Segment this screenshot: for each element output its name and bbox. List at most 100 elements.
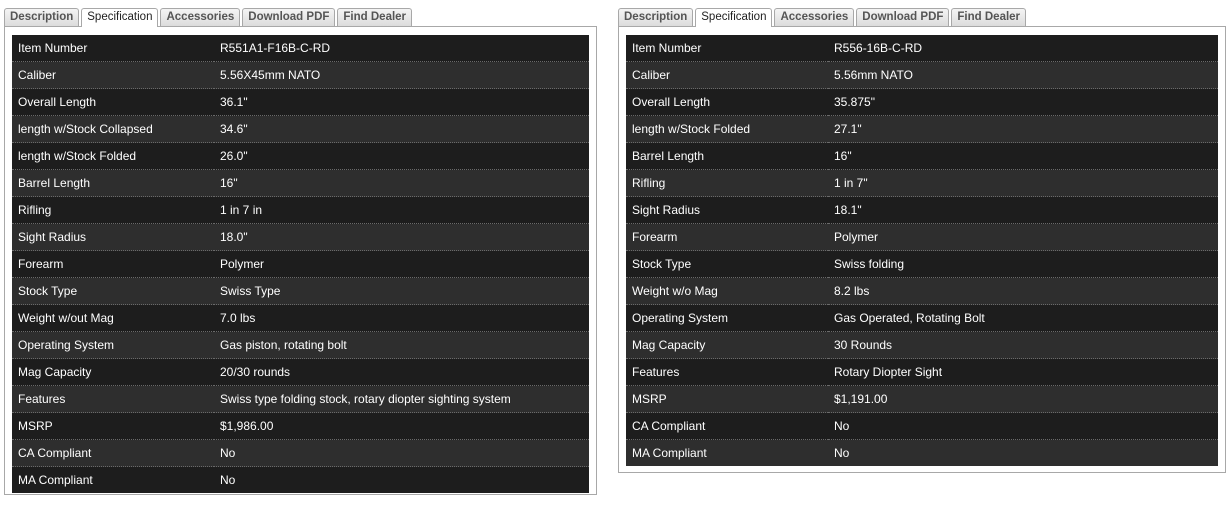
spec-value: No	[828, 439, 1218, 466]
spec-row: Stock Type Swiss folding	[626, 250, 1218, 278]
spec-label: MSRP	[626, 385, 828, 413]
tab-find-dealer[interactable]: Find Dealer	[337, 8, 413, 26]
right-tab-bar: Description Specification Accessories Do…	[618, 7, 1226, 27]
spec-label: Features	[12, 385, 214, 413]
tab-description[interactable]: Description	[4, 8, 80, 26]
tab-description[interactable]: Description	[618, 8, 694, 26]
spec-row: MSRP $1,986.00	[12, 412, 589, 440]
spec-label: Caliber	[626, 61, 828, 89]
spec-value: 36.1"	[214, 88, 589, 116]
spec-value: 20/30 rounds	[214, 358, 589, 386]
spec-row: length w/Stock Folded 27.1"	[626, 115, 1218, 143]
tab-specification[interactable]: Specification	[695, 8, 773, 27]
spec-value: $1,986.00	[214, 412, 589, 440]
spec-label: Overall Length	[12, 88, 214, 116]
left-product-panel: Description Specification Accessories Do…	[4, 7, 597, 495]
spec-row: Barrel Length 16"	[12, 169, 589, 197]
spec-row: Operating System Gas piston, rotating bol…	[12, 331, 589, 359]
spec-label: Features	[626, 358, 828, 386]
spec-value: No	[214, 466, 589, 493]
spec-label: MA Compliant	[626, 439, 828, 466]
spec-label: Item Number	[626, 35, 828, 62]
spec-row: Weight w/o Mag 8.2 lbs	[626, 277, 1218, 305]
spec-row: Overall Length 36.1"	[12, 88, 589, 116]
left-tab-bar: Description Specification Accessories Do…	[4, 7, 597, 27]
tab-find-dealer[interactable]: Find Dealer	[951, 8, 1027, 26]
spec-row: Weight w/out Mag 7.0 lbs	[12, 304, 589, 332]
spec-row: Features Rotary Diopter Sight	[626, 358, 1218, 386]
spec-label: Mag Capacity	[626, 331, 828, 359]
spec-row: MA Compliant No	[626, 439, 1218, 466]
spec-value: Polymer	[214, 250, 589, 278]
spec-row: Forearm Polymer	[626, 223, 1218, 251]
spec-value: Swiss Type	[214, 277, 589, 305]
spec-value: 18.0"	[214, 223, 589, 251]
spec-value: 16"	[828, 142, 1218, 170]
spec-value: R556-16B-C-RD	[828, 35, 1218, 62]
spec-value: No	[828, 412, 1218, 440]
spec-row: Features Swiss type folding stock, rotary…	[12, 385, 589, 413]
spec-label: Overall Length	[626, 88, 828, 116]
spec-label: Mag Capacity	[12, 358, 214, 386]
tab-accessories[interactable]: Accessories	[160, 8, 241, 26]
spec-row: CA Compliant No	[12, 439, 589, 467]
spec-row: Caliber 5.56X45mm NATO	[12, 61, 589, 89]
spec-row: Rifling 1 in 7 in	[12, 196, 589, 224]
spec-row: Stock Type Swiss Type	[12, 277, 589, 305]
spec-label: Forearm	[12, 250, 214, 278]
spec-label: Weight w/out Mag	[12, 304, 214, 332]
spec-row: length w/Stock Folded 26.0"	[12, 142, 589, 170]
spec-value: Swiss type folding stock, rotary diopter…	[214, 385, 589, 413]
spec-label: Item Number	[12, 35, 214, 62]
left-spec-table: Item Number R551A1-F16B-C-RD Caliber 5.56X4…	[12, 35, 589, 493]
left-spec-box: Item Number R551A1-F16B-C-RD Caliber 5.56X4…	[4, 26, 597, 495]
spec-row: MSRP $1,191.00	[626, 385, 1218, 413]
tab-download-pdf[interactable]: Download PDF	[242, 8, 336, 26]
spec-label: Sight Radius	[626, 196, 828, 224]
spec-value: 1 in 7"	[828, 169, 1218, 197]
spec-label: Rifling	[12, 196, 214, 224]
spec-label: MSRP	[12, 412, 214, 440]
tab-download-pdf[interactable]: Download PDF	[856, 8, 950, 26]
spec-value: 16"	[214, 169, 589, 197]
spec-value: 1 in 7 in	[214, 196, 589, 224]
spec-value: $1,191.00	[828, 385, 1218, 413]
spec-label: Weight w/o Mag	[626, 277, 828, 305]
spec-value: Gas piston, rotating bolt	[214, 331, 589, 359]
spec-value: 8.2 lbs	[828, 277, 1218, 305]
spec-value: 18.1"	[828, 196, 1218, 224]
spec-row: MA Compliant No	[12, 466, 589, 493]
spec-value: 30 Rounds	[828, 331, 1218, 359]
spec-label: Sight Radius	[12, 223, 214, 251]
spec-row: Rifling 1 in 7"	[626, 169, 1218, 197]
spec-label: length w/Stock Folded	[626, 115, 828, 143]
spec-row: CA Compliant No	[626, 412, 1218, 440]
spec-label: Barrel Length	[626, 142, 828, 170]
tab-accessories[interactable]: Accessories	[774, 8, 855, 26]
tab-specification[interactable]: Specification	[81, 8, 159, 27]
spec-row: Sight Radius 18.0"	[12, 223, 589, 251]
spec-row: Sight Radius 18.1"	[626, 196, 1218, 224]
spec-label: Operating System	[626, 304, 828, 332]
spec-label: length w/Stock Folded	[12, 142, 214, 170]
spec-value: Gas Operated, Rotating Bolt	[828, 304, 1218, 332]
spec-value: Rotary Diopter Sight	[828, 358, 1218, 386]
spec-label: CA Compliant	[12, 439, 214, 467]
spec-label: Operating System	[12, 331, 214, 359]
right-spec-table: Item Number R556-16B-C-RD Caliber 5.56mm NA…	[626, 35, 1218, 466]
right-product-panel: Description Specification Accessories Do…	[618, 7, 1226, 473]
spec-row: Item Number R556-16B-C-RD	[626, 35, 1218, 62]
spec-label: Barrel Length	[12, 169, 214, 197]
spec-value: 27.1"	[828, 115, 1218, 143]
right-spec-box: Item Number R556-16B-C-RD Caliber 5.56mm NA…	[618, 26, 1226, 473]
spec-value: 34.6"	[214, 115, 589, 143]
spec-value: 26.0"	[214, 142, 589, 170]
spec-value: 5.56mm NATO	[828, 61, 1218, 89]
spec-value: R551A1-F16B-C-RD	[214, 35, 589, 62]
spec-value: 5.56X45mm NATO	[214, 61, 589, 89]
spec-value: 35.875"	[828, 88, 1218, 116]
spec-value: Polymer	[828, 223, 1218, 251]
spec-value: No	[214, 439, 589, 467]
spec-label: CA Compliant	[626, 412, 828, 440]
spec-row: Overall Length 35.875"	[626, 88, 1218, 116]
